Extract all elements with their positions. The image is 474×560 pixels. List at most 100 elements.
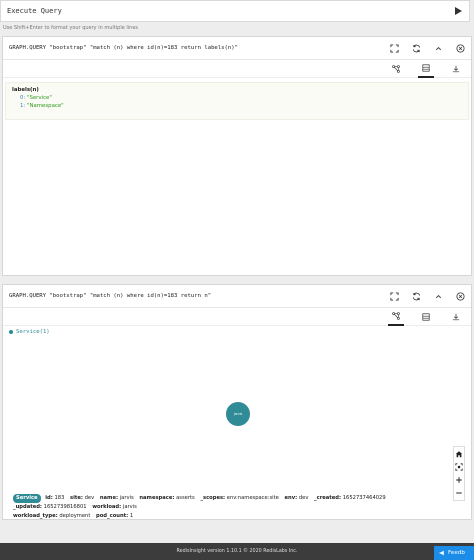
rerun-button[interactable]: [412, 44, 421, 53]
minus-icon: [456, 492, 462, 494]
card-command: GRAPH.QUERY "bootstrap" "match (n) where…: [9, 45, 239, 51]
expand-icon: [390, 43, 399, 53]
table-view-tab[interactable]: [418, 60, 434, 78]
download-icon: [452, 65, 460, 72]
node-legend[interactable]: Service(1): [9, 329, 50, 335]
home-button[interactable]: [455, 450, 463, 458]
result-card-graph: GRAPH.QUERY "bootstrap" "match (n) where…: [2, 284, 472, 520]
graph-node[interactable]: jarvis: [226, 402, 250, 426]
zoom-controls: [453, 446, 465, 501]
card-header: GRAPH.QUERY "bootstrap" "match (n) where…: [3, 285, 471, 308]
property-key: site:: [70, 495, 83, 501]
list-item: 1: "Namespace": [12, 103, 462, 109]
view-switcher: [3, 308, 471, 326]
close-button[interactable]: [456, 43, 465, 53]
close-circle-icon: [456, 291, 465, 301]
property: _scopes: env:namespace:site: [200, 495, 278, 501]
graph-icon: [392, 64, 400, 73]
query-hint: Use Shift+Enter to format your query in …: [3, 25, 139, 31]
feedback-label: Feedb: [448, 550, 465, 556]
row-value: "Namespace": [26, 103, 64, 109]
property-value: dev: [298, 495, 309, 501]
property-key: workload:: [92, 504, 122, 510]
close-circle-icon: [456, 43, 465, 53]
graph-view-tab[interactable]: [388, 308, 404, 326]
graph-icon: [392, 311, 400, 320]
zoom-in-button[interactable]: [455, 476, 463, 484]
chevron-up-icon: [435, 46, 442, 50]
property-key: env:: [284, 495, 298, 501]
play-icon: [455, 7, 462, 15]
query-input[interactable]: [7, 7, 453, 15]
chevron-up-icon: [435, 294, 442, 298]
legend-dot: [9, 330, 13, 334]
node-type-badge: Service: [13, 494, 41, 503]
fullscreen-button[interactable]: [390, 291, 399, 301]
home-icon: [455, 451, 463, 458]
property-value: dev: [84, 495, 95, 501]
property-value: deployment: [59, 513, 91, 519]
zoom-out-button[interactable]: [455, 489, 463, 497]
card-command: GRAPH.QUERY "bootstrap" "match (n) where…: [9, 293, 212, 299]
node-label: jarvis: [233, 412, 243, 416]
collapse-button[interactable]: [434, 292, 443, 301]
property: name: jarvis: [100, 495, 134, 501]
property: workload: jarvis: [92, 504, 137, 510]
property: site: dev: [70, 495, 94, 501]
download-icon: [452, 313, 460, 320]
refresh-icon: [412, 44, 421, 52]
table-view-tab[interactable]: [418, 308, 434, 326]
property-value: jarvis: [119, 495, 134, 501]
megaphone-icon: [439, 550, 444, 556]
result-title: labels(n): [12, 87, 39, 93]
card-header: GRAPH.QUERY "bootstrap" "match (n) where…: [3, 37, 471, 60]
row-value: "Service": [26, 95, 52, 101]
property: env: dev: [285, 495, 309, 501]
fullscreen-button[interactable]: [390, 43, 399, 53]
node-properties: Service id: 183 site: dev name: jarvis n…: [13, 494, 453, 521]
property: pod_count: 1: [96, 513, 133, 519]
property-key: _scopes:: [200, 495, 226, 501]
download-button[interactable]: [448, 308, 464, 326]
property-key: workload_type:: [13, 513, 58, 519]
close-button[interactable]: [456, 291, 465, 301]
property-value: 1652737464029: [342, 495, 386, 501]
property-value: asserts: [176, 495, 195, 501]
collapse-button[interactable]: [434, 44, 443, 53]
rerun-button[interactable]: [412, 292, 421, 301]
footer: RedisInsight version 1.10.1 © 2020 Redis…: [0, 543, 474, 560]
run-query-button[interactable]: [453, 6, 463, 16]
list-item: 0: "Service": [12, 95, 462, 101]
property-value: jarvis: [122, 504, 137, 510]
expand-icon: [390, 291, 399, 301]
property: _created: 1652737464029: [314, 495, 386, 501]
property-value: 183: [54, 495, 65, 501]
table-icon: [422, 312, 430, 321]
table-icon: [422, 63, 430, 72]
plus-icon: [456, 477, 462, 483]
result-panel: labels(n) 0: "Service" 1: "Namespace": [5, 82, 469, 120]
property: workload_type: deployment: [13, 513, 90, 519]
graph-view-tab[interactable]: [388, 60, 404, 78]
download-button[interactable]: [448, 60, 464, 78]
property-key: _created:: [314, 495, 342, 501]
property-key: _updated:: [13, 504, 42, 510]
refresh-icon: [412, 292, 421, 300]
property-value: env:namespace:site: [226, 495, 279, 501]
footer-text: RedisInsight version 1.10.1 © 2020 Redis…: [176, 549, 298, 554]
feedback-button[interactable]: Feedb: [434, 546, 474, 560]
property: _updated: 1652739816801: [13, 504, 87, 510]
legend-label: Service(1): [16, 329, 50, 335]
fit-button[interactable]: [455, 463, 463, 471]
property-key: pod_count:: [96, 513, 129, 519]
property-key: name:: [99, 495, 119, 501]
row-index: 0:: [20, 95, 26, 101]
query-bar: [0, 0, 470, 22]
view-switcher: [3, 60, 471, 78]
property-value: 1: [129, 513, 134, 519]
fit-screen-icon: [455, 463, 463, 471]
property-value: 1652739816801: [43, 504, 87, 510]
graph-canvas[interactable]: Service(1) jarvis Service id: 183 site: …: [3, 326, 471, 521]
result-card-labels: GRAPH.QUERY "bootstrap" "match (n) where…: [2, 36, 472, 276]
property-key: id:: [45, 495, 53, 501]
